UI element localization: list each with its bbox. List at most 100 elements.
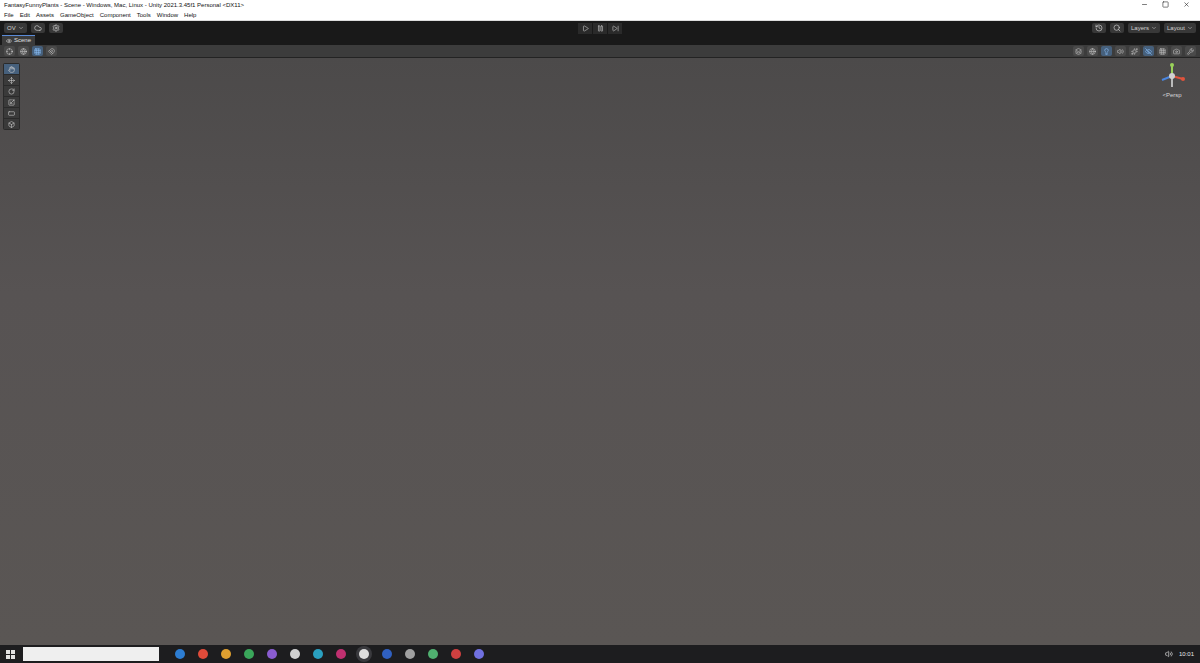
taskbar-app-icon[interactable] xyxy=(359,649,369,659)
pause-icon xyxy=(597,25,604,32)
pause-button[interactable] xyxy=(593,23,607,34)
maximize-icon xyxy=(1162,1,1169,8)
step-icon xyxy=(612,25,619,32)
play-button[interactable] xyxy=(578,23,592,34)
cloud-button[interactable] xyxy=(31,23,45,33)
grid-toggle[interactable] xyxy=(32,46,43,56)
camera-toggle[interactable] xyxy=(1171,46,1182,56)
scene-viewport[interactable]: <Persp xyxy=(0,58,1200,645)
light-toggle[interactable] xyxy=(1101,46,1112,56)
start-button[interactable] xyxy=(6,650,15,659)
taskbar-app-icon[interactable] xyxy=(244,649,254,659)
layers-toggle[interactable] xyxy=(1073,46,1084,56)
chevron-down-icon xyxy=(1151,25,1157,31)
taskbar-app-icon[interactable] xyxy=(198,649,208,659)
menu-item[interactable]: Assets xyxy=(36,10,54,20)
search-icon xyxy=(1113,24,1121,32)
title-bar: FantasyFunnyPlants - Scene - Windows, Ma… xyxy=(0,0,1200,10)
hidden-toggle[interactable] xyxy=(1143,46,1154,56)
scene-toolbar xyxy=(0,45,1200,58)
rotate-icon xyxy=(8,88,15,95)
window-control-button[interactable] xyxy=(1162,1,1169,9)
effects-toggle[interactable] xyxy=(1129,46,1140,56)
layers-icon xyxy=(1075,48,1082,55)
taskbar-search[interactable] xyxy=(23,647,159,661)
play-controls xyxy=(578,23,622,34)
unity-window: FantasyFunnyPlants - Scene - Windows, Ma… xyxy=(0,0,1200,663)
taskbar: 10:01 xyxy=(0,645,1200,663)
snap-toggle[interactable] xyxy=(46,46,57,56)
taskbar-app-icon[interactable] xyxy=(428,649,438,659)
taskbar-app-icon[interactable] xyxy=(451,649,461,659)
system-tray: 10:01 xyxy=(1165,649,1194,659)
globe-toggle[interactable] xyxy=(1087,46,1098,56)
audio-toggle[interactable] xyxy=(1115,46,1126,56)
snap-icon xyxy=(48,48,55,55)
move-tool-button[interactable] xyxy=(4,75,19,85)
speaker-icon[interactable] xyxy=(1165,650,1173,658)
clock[interactable]: 10:01 xyxy=(1179,649,1194,659)
taskbar-app-icon[interactable] xyxy=(336,649,346,659)
taskbar-app-icon[interactable] xyxy=(405,649,415,659)
grid-toggle[interactable] xyxy=(1157,46,1168,56)
move-icon xyxy=(8,77,15,84)
menu-item[interactable]: Component xyxy=(100,10,131,20)
view-tool-button[interactable] xyxy=(4,64,19,74)
camera-icon xyxy=(1173,48,1180,55)
hidden-icon xyxy=(1145,48,1152,55)
scene-gizmo: <Persp xyxy=(1152,62,1192,98)
play-icon xyxy=(582,25,589,32)
taskbar-app-icon[interactable] xyxy=(221,649,231,659)
taskbar-app-icon[interactable] xyxy=(175,649,185,659)
pivot-toggle[interactable] xyxy=(4,46,15,56)
transform-tool-button[interactable] xyxy=(4,119,19,129)
scene-icon xyxy=(6,38,12,44)
rotate-tool-button[interactable] xyxy=(4,86,19,96)
gizmos-icon xyxy=(1187,48,1194,55)
menu-item[interactable]: Window xyxy=(157,10,178,20)
scale-icon xyxy=(8,99,15,106)
menu-item[interactable]: Tools xyxy=(137,10,151,20)
taskbar-app-icon[interactable] xyxy=(313,649,323,659)
layers-dropdown[interactable]: Layers xyxy=(1128,23,1160,33)
taskbar-apps xyxy=(167,649,1157,659)
window-title: FantasyFunnyPlants - Scene - Windows, Ma… xyxy=(4,0,244,10)
taskbar-app-icon[interactable] xyxy=(474,649,484,659)
chevron-down-icon xyxy=(18,25,24,31)
account-dropdown[interactable]: OV xyxy=(4,23,27,33)
menu-item[interactable]: File xyxy=(4,10,14,20)
global-toggle[interactable] xyxy=(18,46,29,56)
scale-tool-button[interactable] xyxy=(4,97,19,107)
search-button[interactable] xyxy=(1110,23,1124,33)
orientation-gizmo-icon[interactable] xyxy=(1157,62,1187,90)
minimize-icon xyxy=(1141,1,1148,8)
rect-icon xyxy=(8,110,15,117)
settings-button[interactable] xyxy=(49,23,63,33)
menu-bar: File Edit Assets GameObject Component Tools Wi… xyxy=(0,10,1200,21)
view-icon xyxy=(8,66,15,73)
history-button[interactable] xyxy=(1092,23,1106,33)
taskbar-app-icon[interactable] xyxy=(382,649,392,659)
taskbar-app-icon[interactable] xyxy=(290,649,300,659)
layout-dropdown[interactable]: Layout xyxy=(1164,23,1196,33)
taskbar-app-icon[interactable] xyxy=(267,649,277,659)
menu-item[interactable]: Edit xyxy=(20,10,30,20)
light-icon xyxy=(1103,48,1110,55)
close-icon xyxy=(1183,1,1190,8)
rect-tool-button[interactable] xyxy=(4,108,19,118)
projection-label[interactable]: <Persp xyxy=(1162,92,1181,98)
main-toolbar: OV Layers Layout xyxy=(0,21,1200,35)
window-control-button[interactable] xyxy=(1141,1,1148,9)
window-control-button[interactable] xyxy=(1183,1,1190,9)
cloud-icon xyxy=(34,24,42,32)
gizmos-toggle[interactable] xyxy=(1185,46,1196,56)
grid-icon xyxy=(1159,48,1166,55)
tab[interactable]: Scene xyxy=(2,35,35,45)
tool-palette xyxy=(3,63,20,130)
history-icon xyxy=(1095,24,1103,32)
window-controls xyxy=(1141,1,1196,9)
menu-item[interactable]: GameObject xyxy=(60,10,94,20)
chevron-down-icon xyxy=(1187,25,1193,31)
menu-item[interactable]: Help xyxy=(184,10,196,20)
step-button[interactable] xyxy=(608,23,622,34)
